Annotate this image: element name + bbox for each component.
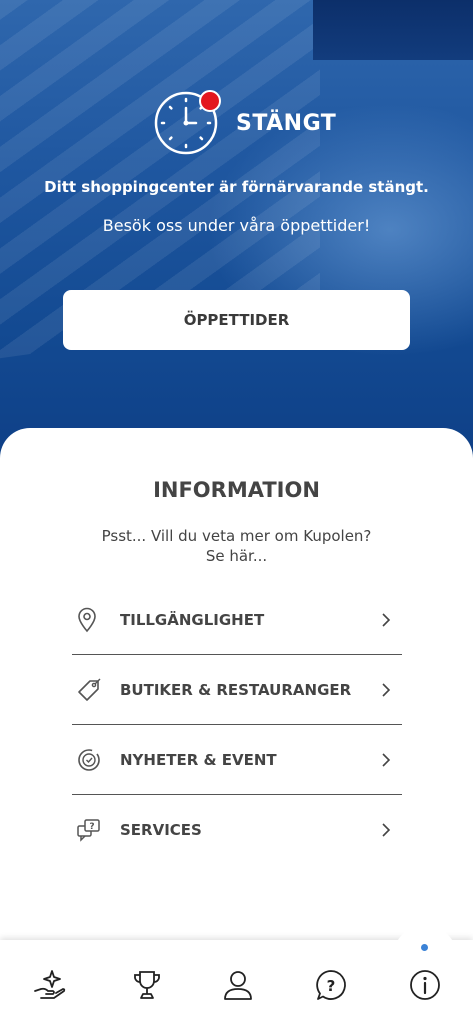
status-row: STÄNGT xyxy=(153,90,336,156)
closed-message: Ditt shoppingcenter är förnärvarande stä… xyxy=(44,178,429,196)
info-item-accessibility[interactable]: TILLGÄNGLIGHET xyxy=(72,585,402,655)
tab-help[interactable]: ? xyxy=(311,965,351,1005)
status-label: STÄNGT xyxy=(236,110,337,136)
tab-profile[interactable] xyxy=(218,965,258,1005)
info-item-services[interactable]: ? SERVICES xyxy=(72,795,402,865)
visit-message: Besök oss under våra öppettider! xyxy=(102,216,371,235)
sparkle-hand-icon xyxy=(34,970,66,999)
chat-question-icon: ? xyxy=(76,813,110,847)
information-title: INFORMATION xyxy=(153,478,320,502)
svg-text:?: ? xyxy=(89,822,94,832)
svg-text:?: ? xyxy=(327,977,336,995)
trophy-icon xyxy=(134,971,160,999)
information-subtitle: Psst... Vill du veta mer om Kupolen? Se … xyxy=(60,526,413,566)
chevron-right-icon xyxy=(382,612,391,627)
tab-offers[interactable] xyxy=(30,965,70,1005)
information-subtitle-line1: Psst... Vill du veta mer om Kupolen? xyxy=(101,527,372,545)
tab-information[interactable] xyxy=(405,965,445,1005)
information-list: TILLGÄNGLIGHET BUTIKER & RESTAURANGER NY… xyxy=(72,585,402,865)
info-item-label: SERVICES xyxy=(120,821,202,839)
info-item-shops-restaurants[interactable]: BUTIKER & RESTAURANGER xyxy=(72,655,402,725)
closed-indicator-dot xyxy=(199,90,221,112)
hero-banner: STÄNGT Ditt shoppingcenter är förnärvara… xyxy=(0,0,473,470)
info-item-label: NYHETER & EVENT xyxy=(120,750,277,769)
info-item-label: TILLGÄNGLIGHET xyxy=(120,610,265,629)
info-item-label: BUTIKER & RESTAURANGER xyxy=(120,680,352,699)
active-tab-indicator xyxy=(421,944,428,951)
chevron-right-icon xyxy=(382,823,391,837)
opening-hours-button[interactable]: ÖPPETTIDER xyxy=(63,290,410,350)
info-item-news-events[interactable]: NYHETER & EVENT xyxy=(72,725,402,795)
news-icon xyxy=(76,743,110,777)
question-icon: ? xyxy=(316,970,346,1000)
tag-icon xyxy=(76,673,110,707)
tab-rewards[interactable] xyxy=(127,965,167,1005)
user-icon xyxy=(224,971,252,1000)
chevron-right-icon xyxy=(382,682,391,697)
background-block xyxy=(313,0,473,60)
chevron-right-icon xyxy=(382,752,391,767)
location-pin-icon xyxy=(76,603,110,637)
clock-icon xyxy=(153,90,221,156)
information-subtitle-line2: Se här... xyxy=(205,547,268,565)
info-icon xyxy=(410,970,440,1000)
